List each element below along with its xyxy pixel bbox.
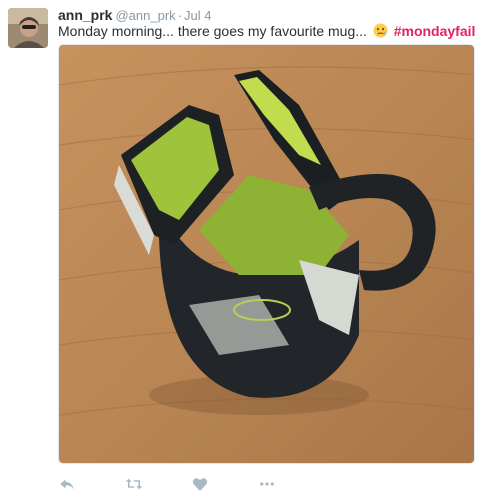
reply-button[interactable] [58, 475, 78, 495]
author-handle[interactable]: @ann_prk [115, 8, 175, 23]
separator-dot: · [177, 8, 182, 23]
like-icon [192, 478, 208, 491]
reply-icon [60, 479, 74, 490]
broken-mug-photo [59, 45, 474, 463]
like-button[interactable] [191, 475, 211, 495]
hashtag-link[interactable]: #mondayfail [394, 23, 476, 39]
avatar-photo [8, 8, 48, 48]
more-button[interactable] [258, 475, 278, 495]
avatar[interactable] [8, 8, 48, 48]
more-icon [260, 482, 274, 486]
tweet: ann_prk @ann_prk · Jul 4 Monday morning... … [0, 0, 483, 500]
tweet-text: Monday morning... there goes my favourit… [58, 22, 475, 40]
tweet-media[interactable] [58, 44, 475, 464]
retweet-icon [125, 478, 143, 490]
tweet-actions [58, 475, 358, 495]
tweet-body: Monday morning... there goes my favourit… [58, 23, 367, 39]
crying-face-icon [373, 23, 388, 38]
retweet-button[interactable] [124, 475, 144, 495]
author-name[interactable]: ann_prk [58, 7, 112, 23]
timestamp[interactable]: Jul 4 [184, 8, 211, 23]
